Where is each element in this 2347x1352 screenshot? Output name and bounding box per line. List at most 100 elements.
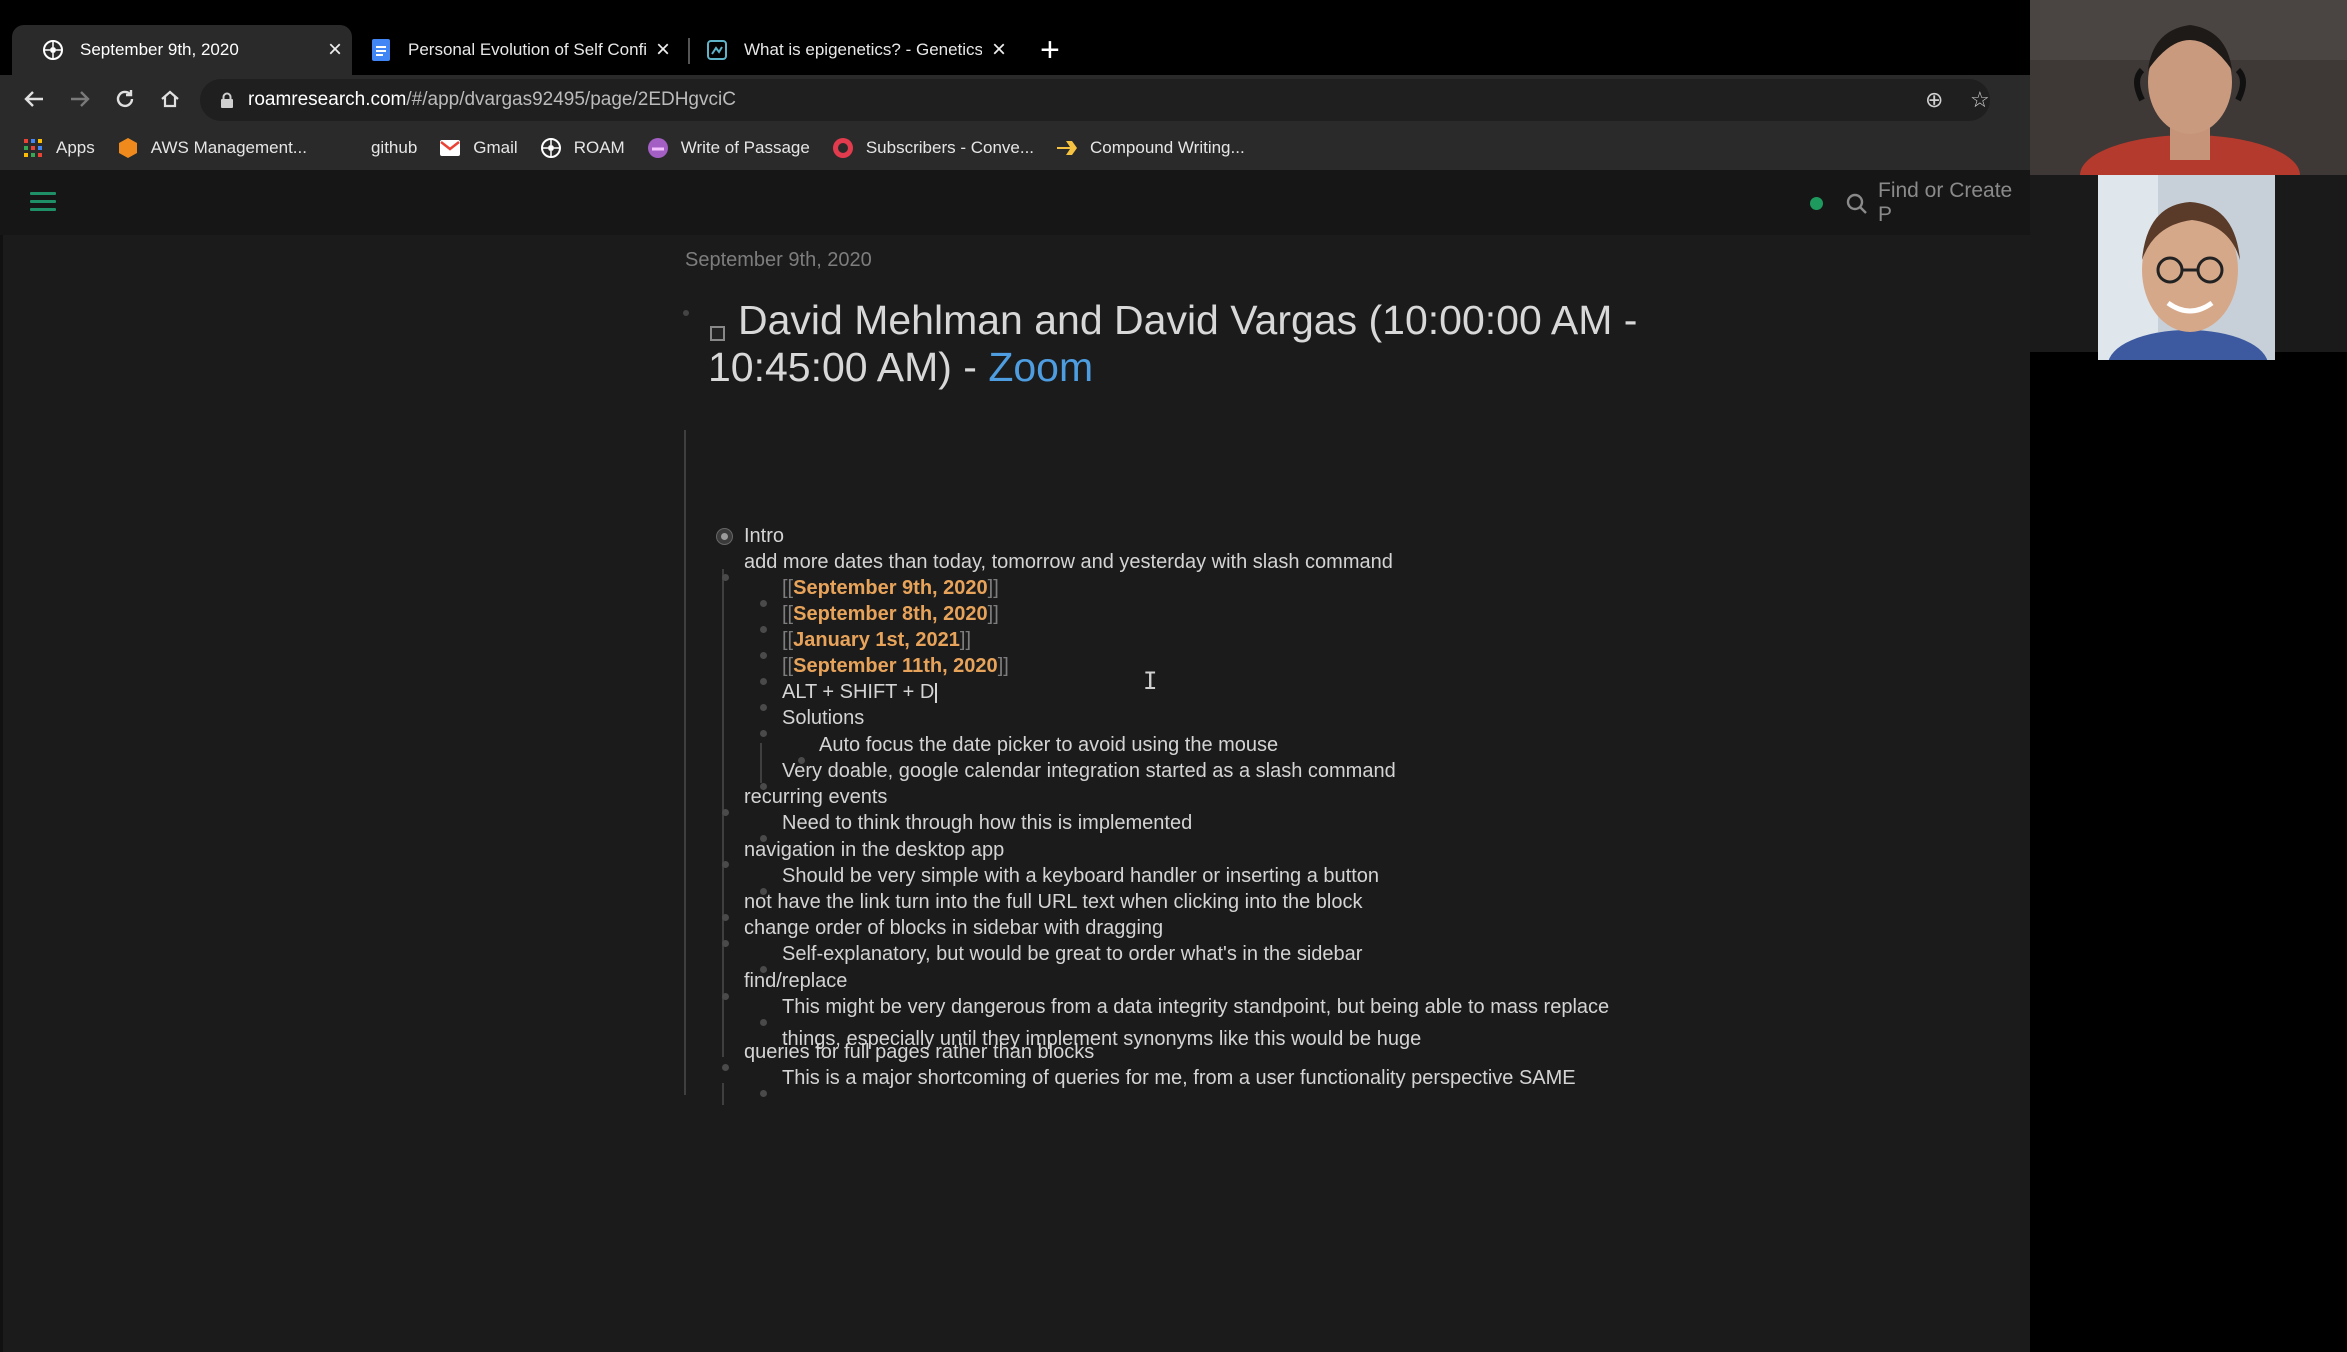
outline-guide-line [760, 743, 762, 783]
bookmark-github[interactable]: github [371, 138, 417, 158]
block-bullet-collapsed[interactable] [716, 528, 733, 545]
block-date-ref[interactable]: [[January 1st, 2021]] [782, 629, 971, 652]
block-bullet[interactable] [760, 600, 767, 607]
block-date-ref[interactable]: [[September 8th, 2020]] [782, 603, 999, 626]
home-icon[interactable] [152, 81, 188, 117]
outline-guide-line [684, 430, 686, 1095]
block-doable[interactable]: Very doable, google calendar integration… [782, 760, 1396, 783]
block-find[interactable]: find/replace [744, 970, 847, 993]
block-text: ALT + SHIFT + D [782, 681, 935, 703]
date-link[interactable]: September 8th, 2020 [793, 603, 988, 625]
bookmark-label: AWS Management... [150, 137, 307, 157]
bookmark-aws[interactable]: AWS Management... [117, 137, 307, 159]
genetics-site-icon [706, 39, 728, 61]
forward-icon[interactable] [62, 81, 98, 117]
outline-guide-line [722, 1083, 724, 1105]
block-queries[interactable]: queries for full pages rather than block… [744, 1041, 1094, 1064]
tab-title: September 9th, 2020 [80, 40, 239, 59]
block-solutions[interactable]: Solutions [782, 707, 864, 730]
block-recurring[interactable]: recurring events [744, 786, 887, 809]
bookmark-label: Compound Writing... [1090, 137, 1245, 157]
block-recurring-sub[interactable]: Need to think through how this is implem… [782, 812, 1192, 835]
block-bullet[interactable] [760, 1090, 767, 1097]
bookmark-write-of-passage[interactable]: Write of Passage [647, 137, 810, 159]
install-app-icon[interactable]: ⊕ [1925, 79, 1943, 121]
date-link[interactable]: September 11th, 2020 [793, 655, 998, 677]
block-navigation-sub[interactable]: Should be very simple with a keyboard ha… [782, 865, 1379, 888]
search-icon [1846, 193, 1867, 214]
bookmarks-bar: Apps AWS Management... github Gmail ROAM… [0, 125, 2030, 171]
block-bullet[interactable] [760, 1019, 767, 1026]
block-bullet[interactable] [722, 940, 729, 947]
participant-2-video-icon [2098, 175, 2275, 360]
block-bullet[interactable] [722, 914, 729, 921]
page-title-block[interactable]: David Mehlman and David Vargas (10:00:00… [708, 297, 1668, 391]
zoom-link[interactable]: Zoom [988, 344, 1093, 390]
block-bullet[interactable] [760, 730, 767, 737]
close-tab-icon[interactable]: × [982, 36, 1016, 64]
roam-topbar: Find or Create P [0, 170, 2030, 235]
block-bullet[interactable] [722, 809, 729, 816]
participant-1-video-icon [2030, 0, 2347, 175]
tab-personal-evolution[interactable]: Personal Evolution of Self Confid × [340, 25, 680, 75]
apps-grid-icon [22, 137, 44, 159]
bookmark-subscribers[interactable]: Subscribers - Conve... [832, 137, 1034, 159]
block-order-sub[interactable]: Self-explanatory, but would be great to … [782, 943, 1362, 966]
sync-status-indicator [1810, 197, 1823, 210]
back-icon[interactable] [16, 81, 52, 117]
gmail-icon [439, 137, 461, 159]
block-date-ref[interactable]: [[September 11th, 2020]] [782, 655, 1009, 678]
bookmark-apps[interactable]: Apps [22, 137, 95, 159]
aws-icon [117, 137, 139, 159]
title-bullet[interactable] [683, 310, 689, 316]
block-navigation[interactable]: navigation in the desktop app [744, 839, 1004, 862]
page-date[interactable]: September 9th, 2020 [685, 249, 872, 272]
block-bullet[interactable] [722, 1064, 729, 1071]
lock-icon [220, 92, 234, 108]
bookmark-compound-writing[interactable]: Compound Writing... [1056, 137, 1245, 159]
webcam-participant-1 [2030, 0, 2347, 175]
reload-icon[interactable] [107, 81, 143, 117]
bookmark-label: Apps [56, 137, 95, 157]
convertkit-icon [832, 137, 854, 159]
close-tab-icon[interactable]: × [646, 36, 680, 64]
block-bullet[interactable] [760, 652, 767, 659]
date-link[interactable]: September 9th, 2020 [793, 577, 988, 599]
bookmark-star-icon[interactable]: ☆ [1970, 79, 1990, 121]
block-bullet[interactable] [722, 993, 729, 1000]
block-autofocus[interactable]: Auto focus the date picker to avoid usin… [819, 734, 1278, 757]
address-bar[interactable]: roamresearch.com/#/app/dvargas92495/page… [200, 79, 1990, 121]
mouse-ibeam-cursor: I [1143, 667, 1158, 695]
bookmark-roam[interactable]: ROAM [540, 137, 625, 159]
sidebar-menu-icon[interactable] [30, 192, 56, 212]
block-intro[interactable]: Intro [744, 525, 784, 548]
block-queries-sub[interactable]: This is a major shortcoming of queries f… [782, 1067, 1576, 1090]
block-date-ref[interactable]: [[September 9th, 2020]] [782, 577, 999, 600]
tab-epigenetics[interactable]: What is epigenetics? - Genetics H × [676, 25, 1016, 75]
bookmark-label: Gmail [473, 137, 518, 157]
block-dates[interactable]: add more dates than today, tomorrow and … [744, 551, 1393, 574]
block-order[interactable]: change order of blocks in sidebar with d… [744, 917, 1163, 940]
date-link[interactable]: January 1st, 2021 [793, 629, 960, 651]
roam-favicon-icon [42, 39, 64, 61]
url-text: roamresearch.com/#/app/dvargas92495/page… [248, 89, 736, 111]
block-bullet[interactable] [760, 626, 767, 633]
tab-title: What is epigenetics? - Genetics H [744, 40, 982, 59]
google-docs-icon [370, 39, 392, 61]
block-bullet[interactable] [722, 861, 729, 868]
block-editing-textarea[interactable]: ALT + SHIFT + D [782, 681, 938, 704]
block-link-url[interactable]: not have the link turn into the full URL… [744, 891, 1363, 914]
block-bullet[interactable] [760, 704, 767, 711]
block-bullet[interactable] [722, 574, 729, 581]
block-bullet[interactable] [760, 678, 767, 685]
search-placeholder: Find or Create P [1878, 179, 2013, 226]
tab-title: Personal Evolution of Self Confid [408, 40, 646, 59]
url-path: /#/app/dvargas92495/page/2EDHgvciC [406, 89, 736, 110]
url-host: roamresearch.com [248, 89, 407, 110]
search-input[interactable]: Find or Create P [1846, 179, 2030, 226]
bookmark-gmail[interactable]: Gmail [439, 137, 518, 159]
new-tab-button[interactable]: + [1040, 33, 1060, 67]
tab-strip: September 9th, 2020 × Personal Evolution… [0, 0, 2030, 75]
title-text: David Mehlman and David Vargas (10:00:00… [708, 297, 1638, 390]
tab-roam-page[interactable]: September 9th, 2020 × [12, 25, 352, 75]
